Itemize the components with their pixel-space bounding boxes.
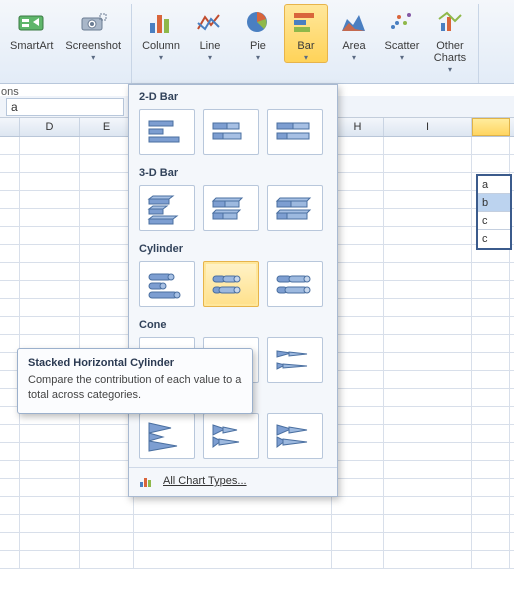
other-label: Other Charts: [434, 40, 466, 64]
column-header-d[interactable]: D: [20, 118, 80, 136]
name-box[interactable]: a: [6, 98, 124, 116]
chevron-down-icon: ▾: [448, 65, 452, 74]
chevron-down-icon: ▾: [91, 53, 95, 62]
chevron-down-icon: ▾: [400, 53, 404, 62]
scatter-label: Scatter: [385, 40, 420, 52]
tooltip: Stacked Horizontal Cylinder Compare the …: [17, 348, 253, 414]
column-label: Column: [142, 40, 180, 52]
100-stacked-pyramid[interactable]: [267, 413, 323, 459]
all-charts-icon: [139, 474, 155, 488]
smartart-label: SmartArt: [10, 40, 53, 52]
column-chart-button[interactable]: Column ▾: [138, 4, 184, 62]
scatter-chart-button[interactable]: Scatter ▾: [380, 4, 424, 62]
tooltip-body: Compare the contribution of each value t…: [28, 373, 242, 403]
all-chart-types-label: All Chart Types...: [163, 475, 247, 487]
chevron-down-icon: ▾: [159, 53, 163, 62]
stacked-cylinder[interactable]: [203, 261, 259, 307]
column-chart-icon: [145, 6, 177, 38]
column-header-e[interactable]: E: [80, 118, 134, 136]
100-stacked-bar-3d[interactable]: [267, 185, 323, 231]
clustered-bar-2d[interactable]: [139, 109, 195, 155]
pie-label: Pie: [250, 40, 266, 52]
screenshot-label: Screenshot: [65, 40, 121, 52]
section-3d-bar: 3-D Bar: [129, 161, 337, 183]
column-header-selected[interactable]: [472, 118, 510, 136]
bar-chart-icon: [290, 6, 322, 38]
smartart-button[interactable]: SmartArt: [6, 4, 57, 52]
chevron-down-icon: ▾: [208, 53, 212, 62]
other-charts-button[interactable]: Other Charts ▾: [428, 4, 472, 74]
cell[interactable]: b: [478, 194, 510, 212]
scatter-chart-icon: [386, 6, 418, 38]
cell[interactable]: c: [478, 212, 510, 230]
bar-chart-button[interactable]: Bar ▾: [284, 4, 328, 63]
clustered-cylinder[interactable]: [139, 261, 195, 307]
area-chart-button[interactable]: Area ▾: [332, 4, 376, 62]
other-charts-icon: [434, 6, 466, 38]
area-label: Area: [342, 40, 365, 52]
clustered-pyramid[interactable]: [139, 413, 195, 459]
clustered-bar-3d[interactable]: [139, 185, 195, 231]
100-stacked-cylinder[interactable]: [267, 261, 323, 307]
all-chart-types-button[interactable]: All Chart Types...: [129, 467, 337, 494]
chevron-down-icon: ▾: [304, 53, 308, 62]
section-cylinder: Cylinder: [129, 237, 337, 259]
stacked-bar-2d[interactable]: [203, 109, 259, 155]
tooltip-title: Stacked Horizontal Cylinder: [28, 357, 242, 369]
line-chart-icon: [194, 6, 226, 38]
column-header-i[interactable]: I: [384, 118, 472, 136]
screenshot-icon: [77, 6, 109, 38]
smartart-icon: [16, 6, 48, 38]
chevron-down-icon: ▾: [352, 53, 356, 62]
bar-label: Bar: [297, 40, 314, 52]
column-header-h[interactable]: H: [332, 118, 384, 136]
truncated-group-label: ons: [1, 86, 19, 98]
cell[interactable]: a: [478, 176, 510, 194]
chevron-down-icon: ▾: [256, 53, 260, 62]
area-chart-icon: [338, 6, 370, 38]
stacked-bar-3d[interactable]: [203, 185, 259, 231]
data-cells: a b c c: [476, 174, 512, 250]
row-col-corner[interactable]: [0, 118, 20, 136]
line-chart-button[interactable]: Line ▾: [188, 4, 232, 62]
pie-chart-icon: [242, 6, 274, 38]
100-stacked-cone[interactable]: [267, 337, 323, 383]
screenshot-button[interactable]: Screenshot ▾: [61, 4, 125, 62]
ribbon: SmartArt Screenshot ▾ Column ▾ Line ▾: [0, 0, 514, 84]
section-2d-bar: 2-D Bar: [129, 85, 337, 107]
100-stacked-bar-2d[interactable]: [267, 109, 323, 155]
bar-chart-dropdown: 2-D Bar 3-D Bar Cylinder Cone Pyramid Al…: [128, 84, 338, 497]
line-label: Line: [200, 40, 221, 52]
cell[interactable]: c: [478, 230, 510, 248]
name-box-value: a: [11, 100, 18, 114]
pie-chart-button[interactable]: Pie ▾: [236, 4, 280, 62]
section-cone: Cone: [129, 313, 337, 335]
stacked-pyramid[interactable]: [203, 413, 259, 459]
